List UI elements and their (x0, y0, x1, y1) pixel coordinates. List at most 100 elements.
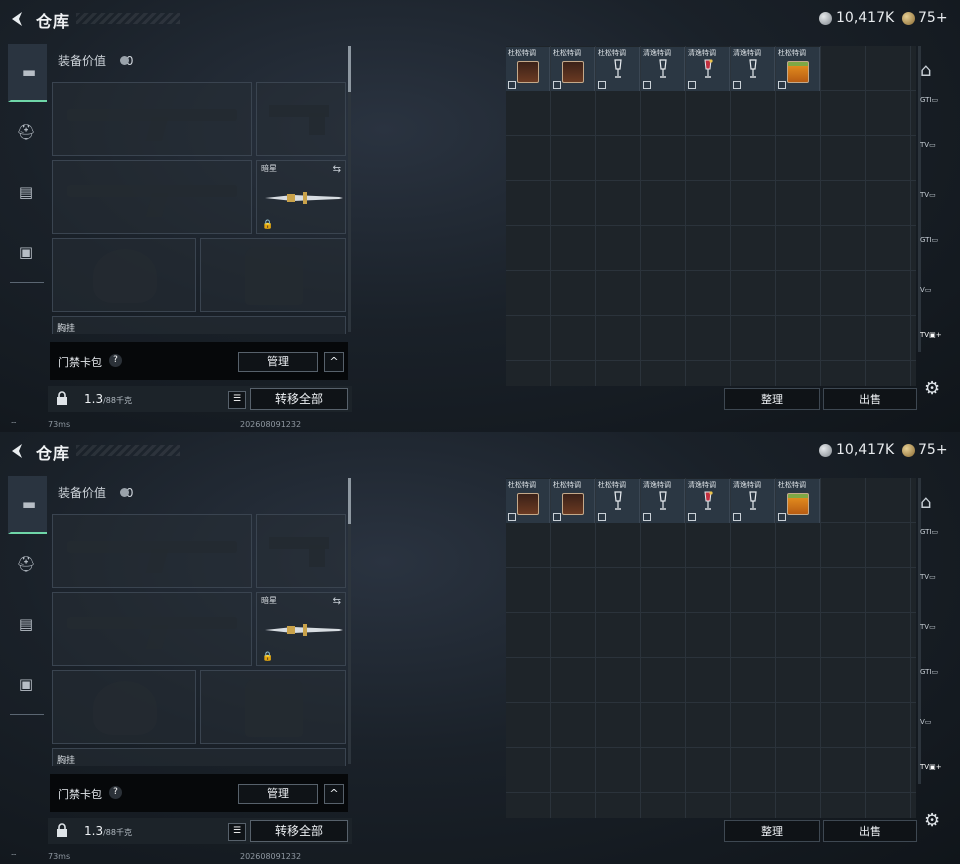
nav-weapons[interactable]: ▬ (8, 476, 47, 534)
container-icon-5[interactable]: V▭ (920, 286, 950, 318)
storage-grid[interactable]: 杜松特调 杜松特调 杜松特调 清逸特调 清逸特调 清逸特调 杜松特调 (506, 46, 916, 386)
secondary-weapon-slot[interactable] (52, 592, 252, 666)
storage-item[interactable]: 杜松特调 (551, 47, 595, 91)
nav-armor[interactable]: ⛑ (8, 536, 44, 592)
chest-rig-slot[interactable]: 胸挂 (52, 316, 346, 334)
melee-slot[interactable]: 暗星 ⇆ 🔒 (256, 592, 346, 666)
nav-weapons[interactable]: ▬ (8, 44, 47, 102)
container-icon-2[interactable]: TV▭ (920, 141, 950, 173)
transfer-all-button[interactable]: 转移全部 (250, 820, 348, 842)
container-icon-5[interactable]: V▭ (920, 718, 950, 750)
nav-case[interactable]: ▣ (8, 656, 44, 712)
sidearm-slot[interactable] (256, 514, 346, 588)
nav-consumables[interactable]: ▤ (8, 164, 44, 220)
gear-icon[interactable]: ⚙ (924, 810, 940, 831)
helmet-slot[interactable] (52, 238, 196, 312)
primary-weapon-slot[interactable] (52, 514, 252, 588)
helmet-icon: ⛑ (16, 123, 36, 141)
item-name: 杜松特调 (778, 49, 806, 57)
manage-button[interactable]: 管理 (238, 784, 318, 804)
nav-armor[interactable]: ⛑ (8, 104, 44, 160)
clipboard-icon: ▤ (18, 615, 34, 633)
back-arrow-icon[interactable] (8, 9, 28, 29)
container-icon-4[interactable]: GTI▭ (920, 668, 950, 700)
storage-item[interactable]: 杜松特调 (776, 47, 820, 91)
storage-item[interactable]: 杜松特调 (506, 479, 550, 523)
gold-balance[interactable]: 75+ (918, 10, 948, 26)
transfer-tag-icon (643, 513, 651, 521)
weight-value: 1.3 (84, 392, 104, 406)
safe-box-icon[interactable]: ⌂ (920, 492, 950, 524)
list-icon[interactable]: ☰ (228, 391, 246, 409)
transfer-tag-icon (553, 81, 561, 89)
storage-item[interactable]: 杜松特调 (551, 479, 595, 523)
sort-button[interactable]: 整理 (724, 820, 820, 842)
equipment-value: 装备价值 0 (58, 484, 133, 501)
help-icon[interactable]: ? (109, 354, 122, 367)
chest-rig-slot[interactable]: 胸挂 (52, 748, 346, 766)
gear-icon[interactable]: ⚙ (924, 378, 940, 399)
container-icon-6[interactable]: TV▣+ (920, 331, 950, 363)
storage-item[interactable]: 杜松特调 (596, 479, 640, 523)
storage-item[interactable]: 清逸特调 (641, 479, 685, 523)
armor-slot[interactable] (200, 670, 346, 744)
container-icon-3[interactable]: TV▭ (920, 623, 950, 655)
transfer-tag-icon (778, 81, 786, 89)
transfer-all-button[interactable]: 转移全部 (250, 388, 348, 410)
container-icon-1[interactable]: GTI▭ (920, 528, 950, 560)
storage-item[interactable]: 杜松特调 (506, 47, 550, 91)
sell-button[interactable]: 出售 (823, 820, 917, 842)
transfer-tag-icon (598, 81, 606, 89)
nav-consumables[interactable]: ▤ (8, 596, 44, 652)
list-icon[interactable]: ☰ (228, 823, 246, 841)
storage-item[interactable]: 清逸特调 (641, 47, 685, 91)
container-icon-1[interactable]: GTI▭ (920, 96, 950, 128)
champagne-glass-icon (749, 491, 757, 510)
container-icon-3[interactable]: TV▭ (920, 191, 950, 223)
storage-item[interactable]: 清逸特调 (731, 479, 775, 523)
scrollbar-thumb[interactable] (348, 478, 351, 524)
nav-case[interactable]: ▣ (8, 224, 44, 280)
manage-button[interactable]: 管理 (238, 352, 318, 372)
storage-item[interactable]: 清逸特调 (731, 47, 775, 91)
storage-grid[interactable]: 杜松特调 杜松特调 杜松特调 清逸特调 清逸特调 清逸特调 杜松特调 (506, 478, 916, 818)
storage-item[interactable]: 杜松特调 (596, 47, 640, 91)
transfer-tag-icon (688, 513, 696, 521)
pistol-icon: ▬ (21, 63, 37, 81)
lock-icon: 🔒 (262, 220, 274, 230)
melee-slot[interactable]: 暗星 ⇆ 🔒 (256, 160, 346, 234)
container-icon-2[interactable]: TV▭ (920, 573, 950, 605)
swap-icon[interactable]: ⇆ (333, 596, 341, 607)
sell-button[interactable]: 出售 (823, 388, 917, 410)
container-icon-6[interactable]: TV▣+ (920, 763, 950, 795)
help-icon[interactable]: ? (109, 786, 122, 799)
storage-item[interactable]: 清逸特调 (686, 47, 730, 91)
swap-icon[interactable]: ⇆ (333, 164, 341, 175)
primary-weapon-slot[interactable] (52, 82, 252, 156)
container-label: TV (920, 141, 930, 149)
safe-box-icon[interactable]: ⌂ (920, 60, 950, 92)
chevron-up-icon[interactable]: ^ (324, 352, 344, 372)
sidearm-slot[interactable] (256, 82, 346, 156)
gold-balance[interactable]: 75+ (918, 442, 948, 458)
storage-item[interactable]: 清逸特调 (686, 479, 730, 523)
container-icon-4[interactable]: GTI▭ (920, 236, 950, 268)
champagne-glass-icon (659, 491, 667, 510)
weight-value: 1.3 (84, 824, 104, 838)
helmet-silhouette (93, 681, 157, 735)
transfer-tag-icon (733, 513, 741, 521)
armor-slot[interactable] (200, 238, 346, 312)
scrollbar-thumb[interactable] (348, 46, 351, 92)
chevron-up-icon[interactable]: ^ (324, 784, 344, 804)
left-nav: ▬ ⛑ ▤ ▣ (8, 476, 47, 716)
sort-button[interactable]: 整理 (724, 388, 820, 410)
nav-divider (10, 714, 44, 715)
secondary-weapon-slot[interactable] (52, 160, 252, 234)
storage-item[interactable]: 杜松特调 (776, 479, 820, 523)
item-name: 杜松特调 (778, 481, 806, 489)
back-arrow-icon[interactable] (8, 441, 28, 461)
champagne-glass-icon (614, 491, 622, 510)
helmet-slot[interactable] (52, 670, 196, 744)
right-toolbar: ⌂ GTI▭ TV▭ TV▭ GTI▭ V▭ TV▣+ (918, 478, 952, 788)
status-bar: ⌔ 73ms 202608091232 (0, 420, 960, 432)
